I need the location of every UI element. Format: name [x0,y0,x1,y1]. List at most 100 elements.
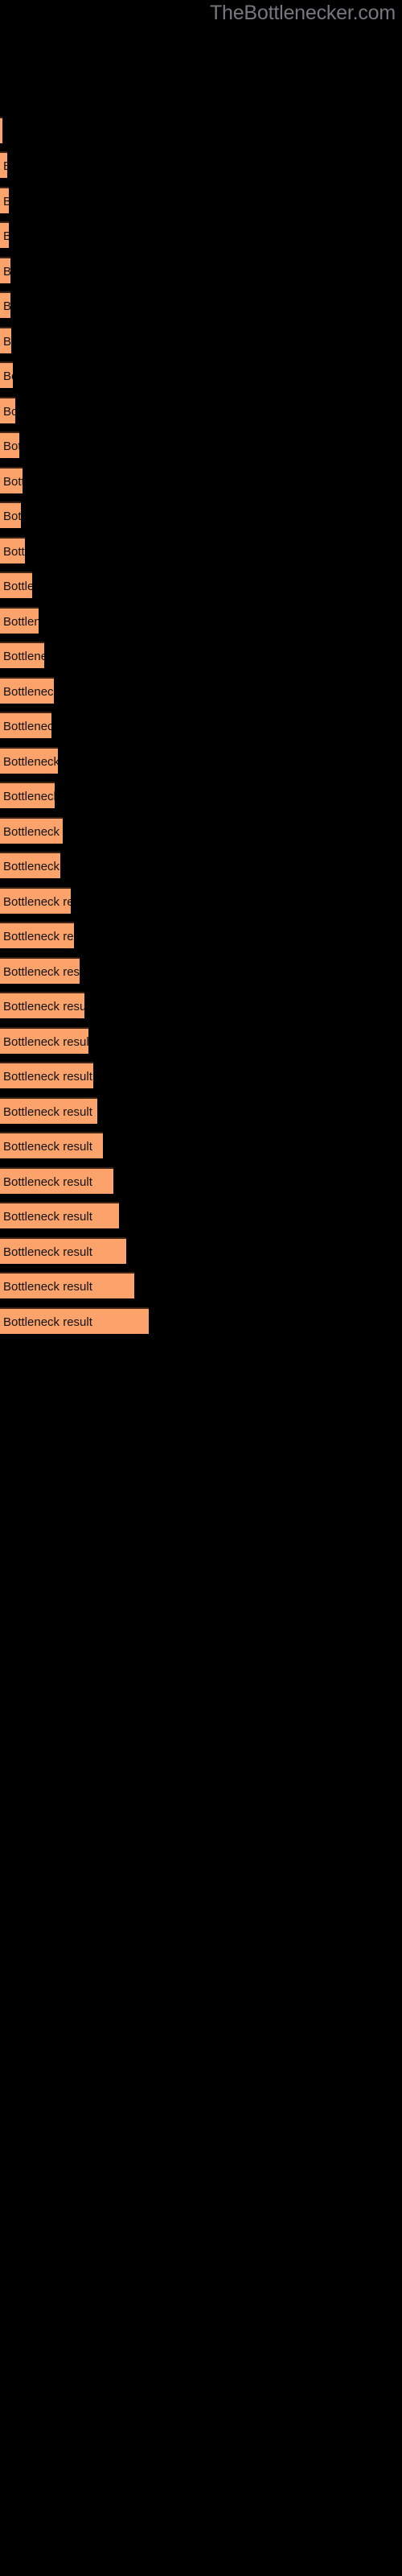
bar-label: Bottleneck result [3,1245,92,1259]
bar-row: Bottleneck result [0,852,402,878]
bar-label: Bottleneck result [3,965,80,979]
bar-row: Bottleneck result [0,187,402,213]
bar-row: Bottleneck result [0,607,402,634]
bar-label: Bottleneck result [3,440,19,453]
bar-row: Bottleneck result [0,572,402,598]
bar-bottleneck-result[interactable]: Bottleneck result [0,361,13,388]
bar-label: Bottleneck result [3,188,9,213]
bar-label: Bottleneck result [3,580,32,593]
bar-bottleneck-result[interactable]: Bottleneck result [0,502,21,528]
chart-plot-area: Bottleneck result Bottleneck result Bottle… [0,0,402,2576]
bar-bottleneck-result[interactable]: Bottleneck result [0,1097,97,1124]
bar-label: Bottleneck result [3,153,7,178]
bar-label: Bottleneck result [3,1070,92,1084]
bar-label: Bottleneck result [3,1035,88,1049]
bar-label: Bottleneck result [3,755,58,769]
bar-label: Bottleneck result [3,1140,92,1154]
bar-label: Bottleneck result [3,1175,92,1189]
bar-row: Bottleneck result [0,922,402,948]
bar-label: Bottleneck result [3,369,13,383]
bar-label: Bottleneck result [3,895,71,909]
bar-row: Bottleneck result [0,502,402,528]
bar-bottleneck-result[interactable]: Bottleneck result [0,431,19,458]
bar-label: Bottleneck result [3,293,10,318]
bar-bottleneck-result[interactable]: Bottleneck result [0,747,58,774]
bar-row: Bottleneck result [0,327,402,353]
bar-bottleneck-result[interactable]: Bottleneck result [0,257,10,283]
bar-row: Bottleneck result [0,291,402,318]
bar-bottleneck-result[interactable]: Bottleneck result [0,327,11,353]
bar-bottleneck-result[interactable]: Bottleneck result [0,537,25,564]
bar-bottleneck-result[interactable]: Bottleneck result [0,1027,88,1054]
bar-bottleneck-result[interactable]: Bottleneck result [0,922,74,948]
bar-label: Bottleneck result [3,790,55,803]
bar-label: Bottleneck result [3,223,9,248]
bar-label: Bottleneck result [3,1000,84,1013]
bar-bottleneck-result[interactable]: Bottleneck result [0,1237,126,1264]
bar-row: Bottleneck result [0,117,402,143]
bar-row: Bottleneck result [0,712,402,738]
bar-label: Bottleneck result [3,510,21,523]
bar-bottleneck-result[interactable]: Bottleneck result [0,1202,119,1228]
bar-bottleneck-result[interactable]: Bottleneck result [0,1167,113,1194]
bar-bottleneck-result[interactable]: Bottleneck result [0,1062,93,1088]
bar-row: Bottleneck result [0,257,402,283]
bar-bottleneck-result[interactable]: Bottleneck result [0,117,2,143]
bar-bottleneck-result[interactable]: Bottleneck result [0,1132,103,1158]
bar-row: Bottleneck result [0,537,402,564]
bar-row: Bottleneck result [0,1307,402,1334]
bar-row: Bottleneck result [0,467,402,493]
bar-row: Bottleneck result [0,992,402,1018]
bar-label: Bottleneck result [3,1315,92,1329]
bar-row: Bottleneck result [0,1237,402,1264]
bar-label: Bottleneck result [3,1105,92,1119]
bar-row: Bottleneck result [0,361,402,388]
bar-row: Bottleneck result [0,887,402,914]
bar-label: Bottleneck result [3,405,15,419]
bar-bottleneck-result[interactable]: Bottleneck result [0,1307,149,1334]
bar-row: Bottleneck result [0,1272,402,1298]
bar-bottleneck-result[interactable]: Bottleneck result [0,992,84,1018]
bar-bottleneck-result[interactable]: Bottleneck result [0,291,10,318]
bar-bottleneck-result[interactable]: Bottleneck result [0,467,23,493]
bar-row: Bottleneck result [0,151,402,178]
bottleneck-chart-root: TheBottlenecker.com Bottleneck resultBot… [0,0,402,2576]
bar-label: Bottleneck result [3,475,23,489]
bar-bottleneck-result[interactable]: Bottleneck result [0,607,39,634]
bar-bottleneck-result[interactable]: Bottleneck result [0,187,9,213]
bar-bottleneck-result[interactable]: Bottleneck result [0,151,7,178]
bar-row: Bottleneck result [0,431,402,458]
bar-bottleneck-result[interactable]: Bottleneck result [0,817,63,844]
bar-label: Bottleneck result [3,1210,92,1224]
bar-row: Bottleneck result [0,747,402,774]
bar-row: Bottleneck result [0,1167,402,1194]
bar-bottleneck-result[interactable]: Bottleneck result [0,397,15,423]
bar-bottleneck-result[interactable]: Bottleneck result [0,1272,134,1298]
bar-row: Bottleneck result [0,957,402,984]
bar-label: Bottleneck result [3,930,74,943]
bar-row: Bottleneck result [0,1097,402,1124]
bar-bottleneck-result[interactable]: Bottleneck result [0,782,55,808]
bar-row: Bottleneck result [0,1202,402,1228]
bar-row: Bottleneck result [0,677,402,704]
bar-label: Bottleneck result [3,720,51,733]
bar-label: Bottleneck result [3,335,11,349]
bar-row: Bottleneck result [0,221,402,248]
bar-bottleneck-result[interactable]: Bottleneck result [0,221,9,248]
bar-label: Bottleneck result [3,615,39,629]
bar-row: Bottleneck result [0,1132,402,1158]
bar-row: Bottleneck result [0,817,402,844]
bar-label: Bottleneck result [3,825,63,839]
bar-label: Bottleneck result [3,685,54,699]
bar-bottleneck-result[interactable]: Bottleneck result [0,887,71,914]
bar-bottleneck-result[interactable]: Bottleneck result [0,852,60,878]
bar-bottleneck-result[interactable]: Bottleneck result [0,957,80,984]
bar-label: Bottleneck result [3,545,25,559]
bar-label: Bottleneck result [3,1280,92,1294]
bar-row: Bottleneck result [0,397,402,423]
bar-bottleneck-result[interactable]: Bottleneck result [0,642,44,668]
bar-bottleneck-result[interactable]: Bottleneck result [0,712,51,738]
bar-row: Bottleneck result [0,782,402,808]
bar-bottleneck-result[interactable]: Bottleneck result [0,677,54,704]
bar-bottleneck-result[interactable]: Bottleneck result [0,572,32,598]
